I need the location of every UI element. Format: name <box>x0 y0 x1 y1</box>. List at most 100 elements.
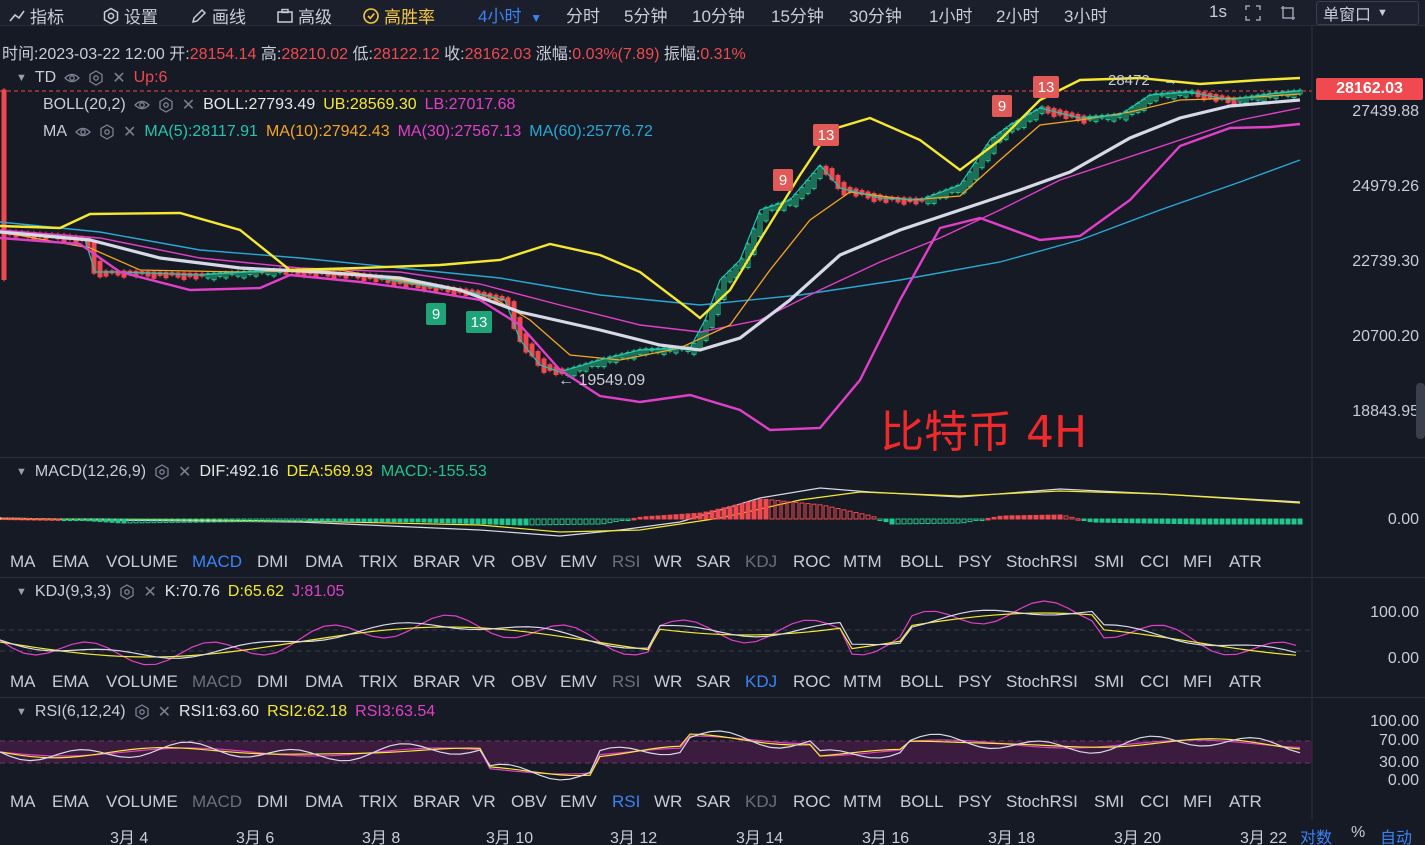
collapse-caret-icon[interactable]: ▼ <box>16 706 27 718</box>
indicator-tab-ema[interactable]: EMA <box>52 672 89 692</box>
indicator-tab-sar[interactable]: SAR <box>696 552 731 572</box>
gear-icon[interactable] <box>119 584 135 600</box>
indicator-tab-volume[interactable]: VOLUME <box>106 672 178 692</box>
indicator-tab-psy[interactable]: PSY <box>958 792 992 812</box>
indicator-tab-dmi[interactable]: DMI <box>257 672 288 692</box>
indicator-tab-trix[interactable]: TRIX <box>359 672 398 692</box>
indicator-tab-cci[interactable]: CCI <box>1140 792 1169 812</box>
indicator-tab-mtm[interactable]: MTM <box>843 792 882 812</box>
indicator-tab-sar[interactable]: SAR <box>696 672 731 692</box>
indicator-tab-brar[interactable]: BRAR <box>413 552 460 572</box>
collapse-caret-icon[interactable]: ▼ <box>16 466 27 478</box>
indicator-tab-psy[interactable]: PSY <box>958 672 992 692</box>
collapse-caret-icon[interactable]: ▼ <box>16 586 27 598</box>
indicator-tab-mfi[interactable]: MFI <box>1183 672 1212 692</box>
indicator-tab-wr[interactable]: WR <box>654 672 682 692</box>
indicator-tab-macd[interactable]: MACD <box>192 672 242 692</box>
indicator-tab-dma[interactable]: DMA <box>305 672 343 692</box>
indicator-tab-atr[interactable]: ATR <box>1229 552 1262 572</box>
indicator-tab-boll[interactable]: BOLL <box>900 552 943 572</box>
indicator-tab-stochrsi[interactable]: StochRSI <box>1006 552 1078 572</box>
indicator-tab-psy[interactable]: PSY <box>958 552 992 572</box>
indicator-tab-trix[interactable]: TRIX <box>359 552 398 572</box>
indicator-tab-emv[interactable]: EMV <box>560 672 597 692</box>
indicator-tab-stochrsi[interactable]: StochRSI <box>1006 672 1078 692</box>
macd-bar <box>787 501 793 520</box>
indicator-tab-vr[interactable]: VR <box>472 552 496 572</box>
indicator-tab-smi[interactable]: SMI <box>1094 792 1124 812</box>
indicator-tab-dma[interactable]: DMA <box>305 552 343 572</box>
indicator-tab-smi[interactable]: SMI <box>1094 672 1124 692</box>
macd-bar <box>1069 516 1075 520</box>
indicator-tab-mfi[interactable]: MFI <box>1183 552 1212 572</box>
macd-bar <box>1105 518 1111 523</box>
close-icon[interactable]: ✕ <box>158 702 171 722</box>
indicator-tab-kdj[interactable]: KDJ <box>745 672 777 692</box>
indicator-tab-rsi[interactable]: RSI <box>612 552 640 572</box>
indicator-tab-obv[interactable]: OBV <box>511 672 547 692</box>
indicator-tab-vr[interactable]: VR <box>472 792 496 812</box>
indicator-tab-atr[interactable]: ATR <box>1229 672 1262 692</box>
close-icon[interactable]: ✕ <box>143 582 156 602</box>
indicator-tab-ema[interactable]: EMA <box>52 792 89 812</box>
indicator-tab-dma[interactable]: DMA <box>305 792 343 812</box>
gear-icon[interactable] <box>134 704 150 720</box>
gear-icon[interactable] <box>158 97 174 113</box>
indicator-tab-roc[interactable]: ROC <box>793 552 831 572</box>
indicator-tab-smi[interactable]: SMI <box>1094 552 1124 572</box>
indicator-tab-rsi[interactable]: RSI <box>612 792 640 812</box>
indicator-tab-macd[interactable]: MACD <box>192 552 242 572</box>
indicator-tab-ma[interactable]: MA <box>10 672 36 692</box>
indicator-tab-mfi[interactable]: MFI <box>1183 792 1212 812</box>
close-icon[interactable]: ✕ <box>112 68 125 88</box>
indicator-tab-ma[interactable]: MA <box>10 792 36 812</box>
indicator-tab-dmi[interactable]: DMI <box>257 552 288 572</box>
indicator-tab-mtm[interactable]: MTM <box>843 552 882 572</box>
chart-app: 指标 设置 画线 高级 高胜率 4小时 ▼ 分时 5分钟 10分钟 15分钟 3… <box>0 0 1425 845</box>
indicator-tab-dmi[interactable]: DMI <box>257 792 288 812</box>
close-icon[interactable]: ✕ <box>182 95 195 115</box>
indicator-tab-kdj[interactable]: KDJ <box>745 792 777 812</box>
indicator-tab-emv[interactable]: EMV <box>560 792 597 812</box>
indicator-tab-trix[interactable]: TRIX <box>359 792 398 812</box>
gear-icon[interactable] <box>99 124 115 140</box>
indicator-tab-wr[interactable]: WR <box>654 552 682 572</box>
indicator-tab-volume[interactable]: VOLUME <box>106 792 178 812</box>
indicator-tab-emv[interactable]: EMV <box>560 552 597 572</box>
indicator-tab-brar[interactable]: BRAR <box>413 792 460 812</box>
indicator-tab-wr[interactable]: WR <box>654 792 682 812</box>
indicator-tab-boll[interactable]: BOLL <box>900 672 943 692</box>
close-icon[interactable]: ✕ <box>123 122 136 142</box>
eye-icon[interactable] <box>64 70 81 86</box>
indicator-tab-brar[interactable]: BRAR <box>413 672 460 692</box>
indicator-tab-obv[interactable]: OBV <box>511 552 547 572</box>
close-icon[interactable]: ✕ <box>178 462 191 482</box>
indicator-tab-atr[interactable]: ATR <box>1229 792 1262 812</box>
auto-scale-toggle[interactable]: 自动 <box>1380 824 1412 845</box>
indicator-tab-kdj[interactable]: KDJ <box>745 552 777 572</box>
collapse-caret-icon[interactable]: ▼ <box>16 72 27 84</box>
indicator-tab-vr[interactable]: VR <box>472 672 496 692</box>
percent-scale-toggle[interactable]: % <box>1351 824 1365 842</box>
eye-icon[interactable] <box>75 124 91 140</box>
indicator-tab-stochrsi[interactable]: StochRSI <box>1006 792 1078 812</box>
gear-icon[interactable] <box>154 464 170 480</box>
indicator-tab-boll[interactable]: BOLL <box>900 792 943 812</box>
indicator-tab-mtm[interactable]: MTM <box>843 672 882 692</box>
indicator-tab-macd[interactable]: MACD <box>192 792 242 812</box>
date-tick: 3月 14 <box>736 830 784 845</box>
indicator-tab-cci[interactable]: CCI <box>1140 672 1169 692</box>
indicator-tab-rsi[interactable]: RSI <box>612 672 640 692</box>
indicator-tab-obv[interactable]: OBV <box>511 792 547 812</box>
indicator-tab-volume[interactable]: VOLUME <box>106 552 178 572</box>
indicator-tab-sar[interactable]: SAR <box>696 792 731 812</box>
indicator-tab-cci[interactable]: CCI <box>1140 552 1169 572</box>
indicator-tab-ma[interactable]: MA <box>10 552 36 572</box>
price-scrollbar[interactable] <box>1416 383 1425 439</box>
eye-icon[interactable] <box>133 97 150 113</box>
gear-icon[interactable] <box>88 70 104 86</box>
log-scale-toggle[interactable]: 对数 <box>1300 824 1332 845</box>
indicator-tab-ema[interactable]: EMA <box>52 552 89 572</box>
indicator-tab-roc[interactable]: ROC <box>793 672 831 692</box>
indicator-tab-roc[interactable]: ROC <box>793 792 831 812</box>
